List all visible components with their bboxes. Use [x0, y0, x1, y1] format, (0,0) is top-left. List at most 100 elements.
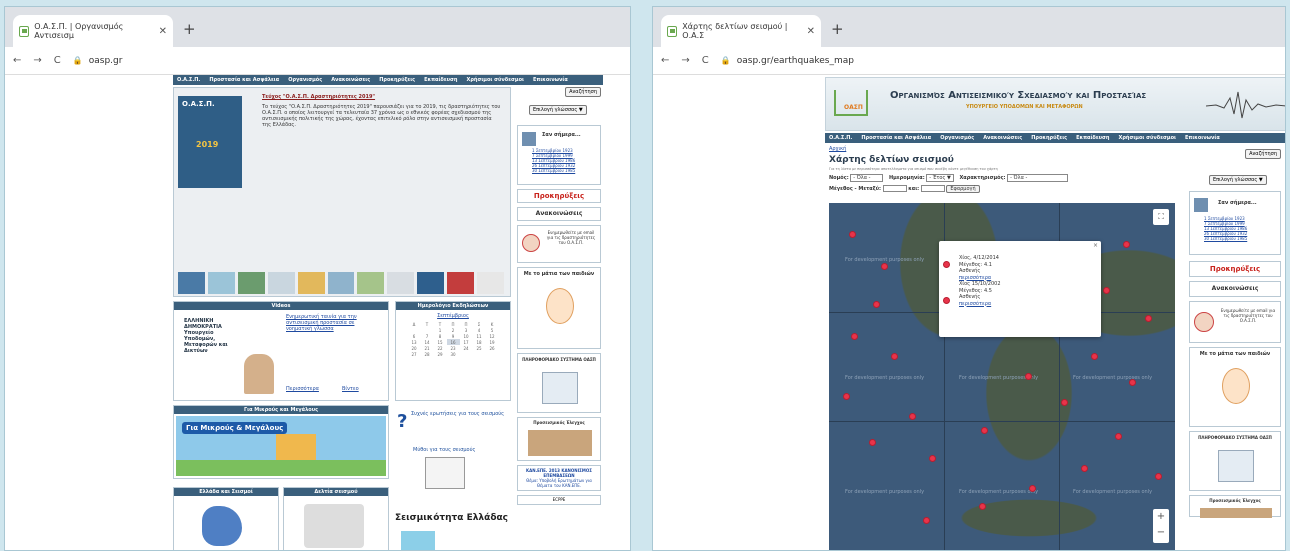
- subscribe-box[interactable]: Ενημερωθείτε με email για τις δραστηριότ…: [1189, 301, 1281, 343]
- info-system-box[interactable]: ΠΛΗΡΟΦΟΡΙΑΚΟ ΣΥΣΤΗΜΑ ΟΑΣΠ: [517, 353, 601, 413]
- earthquake-marker[interactable]: [1155, 473, 1162, 480]
- cover-image[interactable]: Ο.Α.Σ.Π. 2019: [178, 96, 242, 188]
- announcements-link[interactable]: Προκηρύξεις: [1189, 261, 1281, 277]
- site-logo[interactable]: ΟΑΣΠ: [834, 90, 868, 116]
- earthquake-marker[interactable]: [1081, 465, 1088, 472]
- seismograph-image[interactable]: [304, 504, 364, 548]
- nav-item[interactable]: Εκπαίδευση: [1076, 135, 1109, 141]
- earthquake-marker[interactable]: [981, 427, 988, 434]
- language-select[interactable]: Επιλογή γλώσσας ▼: [529, 105, 587, 115]
- nav-item[interactable]: Επικοινωνία: [1185, 135, 1220, 141]
- type-select[interactable]: - Όλα -: [1007, 174, 1069, 182]
- new-tab-icon[interactable]: +: [831, 20, 844, 38]
- checks-box[interactable]: Προσεισμικός Έλεγχος: [517, 417, 601, 461]
- featured-title[interactable]: Τεύχος "Ο.Α.Σ.Π. Δραστηριότητες 2019": [262, 94, 502, 100]
- breadcrumb[interactable]: Αρχική: [829, 146, 846, 152]
- popup-more-link[interactable]: περισσότερα: [959, 301, 1001, 308]
- seismicity-title[interactable]: Σεισμικότητα Ελλάδας: [395, 513, 508, 523]
- county-select[interactable]: - Όλα -: [850, 174, 884, 182]
- kids-eyes-box[interactable]: Με το μάτια των παιδιών: [517, 267, 601, 349]
- earthquake-marker[interactable]: [979, 503, 986, 510]
- earthquake-marker[interactable]: [929, 455, 936, 462]
- thumbnail[interactable]: [417, 272, 445, 294]
- apply-button[interactable]: Εφαρμογή: [946, 185, 980, 193]
- calendar-month[interactable]: Σεπτέμβριος: [396, 313, 510, 319]
- browser-tab[interactable]: Ο.Α.Σ.Π. | Οργανισμός Αντισεισμ ✕: [13, 15, 173, 47]
- earthquake-marker[interactable]: [849, 231, 856, 238]
- earthquake-marker[interactable]: [851, 333, 858, 340]
- forward-icon[interactable]: →: [681, 55, 689, 66]
- earthquake-marker[interactable]: [1061, 399, 1068, 406]
- search-button[interactable]: Αναζήτηση: [1245, 149, 1281, 159]
- kids-eyes-box[interactable]: Με το μάτια των παιδιών: [1189, 347, 1281, 427]
- back-icon[interactable]: ←: [13, 55, 21, 66]
- reload-icon[interactable]: C: [54, 55, 61, 66]
- announcements-link[interactable]: Προκηρύξεις: [517, 189, 601, 203]
- nav-item[interactable]: Προκηρύξεις: [1031, 135, 1067, 141]
- thumbnail[interactable]: [267, 272, 295, 294]
- thumbnail[interactable]: [327, 272, 355, 294]
- nav-item[interactable]: Οργανισμός: [940, 135, 974, 141]
- earthquake-marker[interactable]: [1123, 241, 1130, 248]
- zoom-out-button[interactable]: −: [1153, 525, 1169, 541]
- url-field[interactable]: oasp.gr: [89, 56, 123, 66]
- notices-link[interactable]: Ανακοινώσεις: [517, 207, 601, 221]
- today-item[interactable]: 30 Σεπτεμβρίου 1985: [1204, 236, 1247, 241]
- earthquake-marker[interactable]: [1091, 353, 1098, 360]
- seismicity-image[interactable]: [401, 531, 435, 550]
- earthquake-marker[interactable]: [843, 393, 850, 400]
- signer-image[interactable]: [244, 354, 274, 394]
- earthquake-marker[interactable]: [1145, 315, 1152, 322]
- fullscreen-icon[interactable]: ⛶: [1153, 209, 1169, 225]
- earthquake-marker[interactable]: [869, 439, 876, 446]
- nav-item[interactable]: Οργανισμός: [288, 77, 322, 83]
- earthquake-marker[interactable]: [873, 301, 880, 308]
- nav-item[interactable]: Προστασία και Ασφάλεια: [861, 135, 931, 141]
- earthquake-marker[interactable]: [881, 263, 888, 270]
- info-system-box[interactable]: ΠΛΗΡΟΦΟΡΙΑΚΟ ΣΥΣΤΗΜΑ ΟΑΣΠ: [1189, 431, 1281, 491]
- faq-link[interactable]: Συχνές ερωτήσεις για τους σεισμούς: [411, 411, 509, 417]
- url-field[interactable]: oasp.gr/earthquakes_map: [737, 56, 854, 66]
- forward-icon[interactable]: →: [33, 55, 41, 66]
- magnitude-min-input[interactable]: [882, 185, 907, 192]
- lock-icon[interactable]: 🔒: [721, 56, 731, 65]
- kids-banner-image[interactable]: Για Μικρούς & Μεγάλους: [176, 416, 386, 476]
- thumbnail[interactable]: [357, 272, 385, 294]
- earthquake-marker[interactable]: [1115, 433, 1122, 440]
- nav-item[interactable]: Ο.Α.Σ.Π.: [829, 135, 852, 141]
- language-select[interactable]: Επιλογή γλώσσας ▼: [1209, 175, 1267, 185]
- faq-block[interactable]: ? Συχνές ερωτήσεις για τους σεισμούς: [397, 411, 509, 432]
- magnitude-max-input[interactable]: [920, 185, 945, 192]
- thumbnail[interactable]: [447, 272, 475, 294]
- nav-item[interactable]: Προστασία και Ασφάλεια: [209, 77, 279, 83]
- close-icon[interactable]: ✕: [807, 26, 815, 37]
- video-link[interactable]: Βίντεο: [342, 386, 359, 392]
- nav-item[interactable]: Χρήσιμοι σύνδεσμοι: [466, 77, 524, 83]
- subscribe-box[interactable]: Ενημερωθείτε με email για τις δραστηριότ…: [517, 225, 601, 263]
- video-link[interactable]: Ενημερωτική ταινία για την αντισεισμική …: [286, 314, 382, 332]
- notices-link[interactable]: Ανακοινώσεις: [1189, 281, 1281, 297]
- nav-item[interactable]: Προκηρύξεις: [379, 77, 415, 83]
- myths-image[interactable]: [425, 457, 465, 489]
- earthquake-marker[interactable]: [1029, 485, 1036, 492]
- earthquake-marker[interactable]: [891, 353, 898, 360]
- lock-icon[interactable]: 🔒: [73, 56, 83, 65]
- reload-icon[interactable]: C: [702, 55, 709, 66]
- nav-item[interactable]: Ανακοινώσεις: [331, 77, 370, 83]
- nav-item[interactable]: Χρήσιμοι σύνδεσμοι: [1118, 135, 1176, 141]
- thumbnail[interactable]: [207, 272, 235, 294]
- nav-item[interactable]: Ανακοινώσεις: [983, 135, 1022, 141]
- thumbnail[interactable]: [178, 272, 205, 294]
- new-tab-icon[interactable]: +: [183, 20, 196, 38]
- nav-item[interactable]: Επικοινωνία: [533, 77, 568, 83]
- more-link[interactable]: Περισσότερα: [286, 386, 319, 392]
- thumbnail[interactable]: [237, 272, 265, 294]
- close-icon[interactable]: ✕: [159, 26, 167, 37]
- thumbnail[interactable]: [297, 272, 325, 294]
- popup-close-icon[interactable]: ×: [1093, 242, 1098, 249]
- search-button[interactable]: Αναζήτηση: [565, 87, 601, 97]
- earthquake-map[interactable]: For development purposes only For develo…: [829, 203, 1175, 550]
- kanepe-box[interactable]: ΚΑΝ.ΕΠΕ. 2013 ΚΑΝΟΝΙΣΜΟΣ ΕΠΕΜΒΑΣΕΩΝ Θέμα…: [517, 465, 601, 491]
- earthquake-marker[interactable]: [1129, 379, 1136, 386]
- back-icon[interactable]: ←: [661, 55, 669, 66]
